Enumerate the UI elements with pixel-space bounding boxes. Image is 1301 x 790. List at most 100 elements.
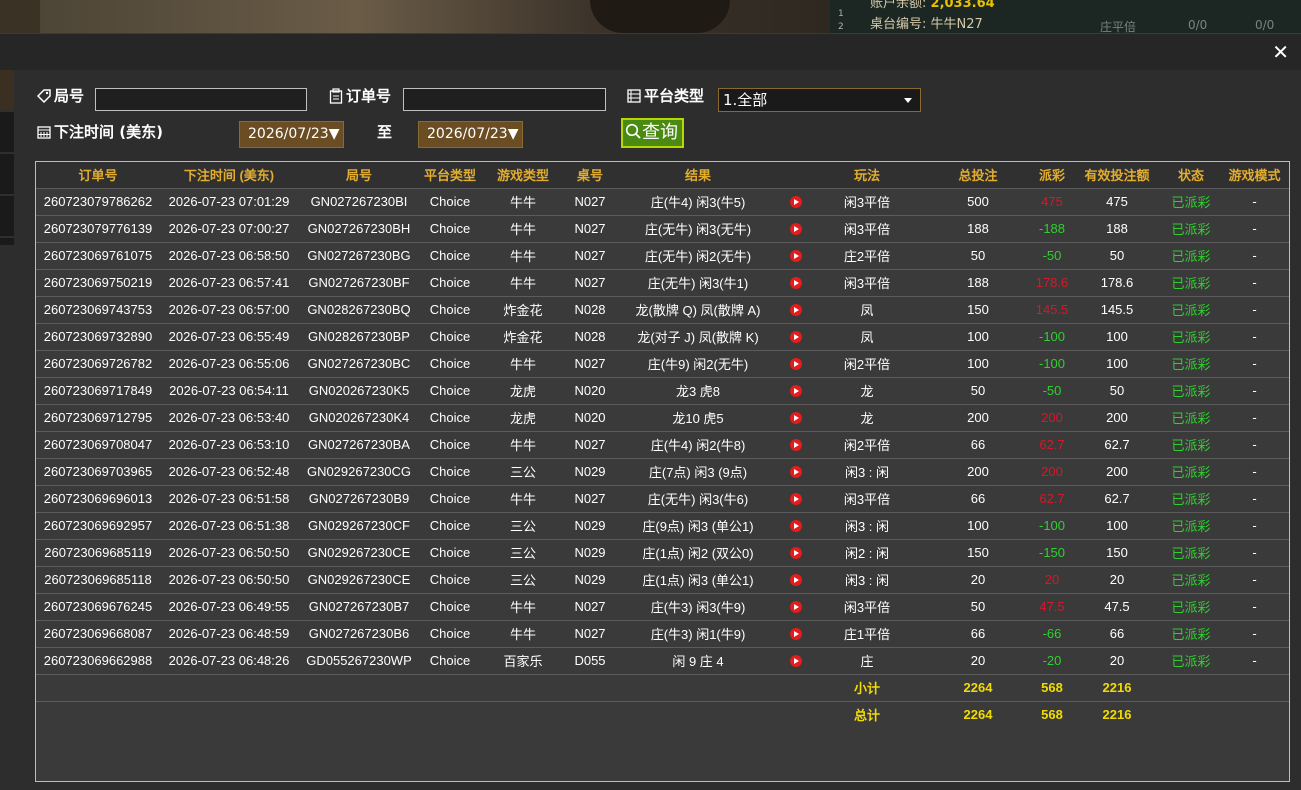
- cell-total-bet: 66: [924, 430, 1032, 458]
- replay-button[interactable]: [782, 430, 810, 458]
- replay-button[interactable]: [782, 619, 810, 647]
- replay-button[interactable]: [782, 241, 810, 269]
- balance-label: 账户余额:: [870, 0, 927, 11]
- play-icon[interactable]: [790, 412, 802, 424]
- replay-button[interactable]: [782, 538, 810, 566]
- play-icon[interactable]: [790, 358, 802, 370]
- close-icon[interactable]: ✕: [1272, 42, 1289, 62]
- table-row[interactable]: 260723069676245 2026-07-23 06:49:55 GN0272…: [36, 592, 1289, 620]
- replay-button[interactable]: [782, 187, 810, 215]
- cell-order-no: 260723079776139: [36, 214, 160, 242]
- cell-bet-time: 2026-07-23 06:53:40: [160, 403, 298, 431]
- table-row[interactable]: 260723069743753 2026-07-23 06:57:00 GN0282…: [36, 295, 1289, 323]
- play-icon[interactable]: [790, 466, 802, 478]
- replay-button[interactable]: [782, 268, 810, 296]
- cell-payout: 145.5: [1032, 295, 1072, 323]
- cell-game-type: 三公: [480, 457, 566, 485]
- play-icon[interactable]: [790, 628, 802, 640]
- cell-payout: -66: [1032, 619, 1072, 647]
- replay-button[interactable]: [782, 511, 810, 539]
- date-from-picker[interactable]: 2026/07/23▼: [239, 121, 344, 148]
- table-row[interactable]: 260723069717849 2026-07-23 06:54:11 GN0202…: [36, 376, 1289, 404]
- play-icon[interactable]: [790, 304, 802, 316]
- date-to-picker[interactable]: 2026/07/23▼: [418, 121, 523, 148]
- cell-play-type: 庄: [810, 646, 924, 674]
- play-icon[interactable]: [790, 277, 802, 289]
- replay-button[interactable]: [782, 484, 810, 512]
- play-icon[interactable]: [790, 655, 802, 667]
- time-label: 下注时间 (美东): [36, 122, 163, 142]
- play-icon[interactable]: [790, 385, 802, 397]
- cell-bet-time: 2026-07-23 06:54:11: [160, 376, 298, 404]
- table-row[interactable]: 260723069761075 2026-07-23 06:58:50 GN0272…: [36, 241, 1289, 269]
- table-row[interactable]: 260723069662988 2026-07-23 06:48:26 GD0552…: [36, 646, 1289, 674]
- cell-round-no: GN027267230BH: [298, 214, 420, 242]
- empty-cell: [1162, 673, 1289, 701]
- play-icon[interactable]: [790, 439, 802, 451]
- cell-table-no: N029: [566, 457, 614, 485]
- play-icon[interactable]: [790, 493, 802, 505]
- play-icon[interactable]: [790, 250, 802, 262]
- cell-game-mode: -: [1220, 214, 1289, 242]
- play-icon[interactable]: [790, 331, 802, 343]
- table-row[interactable]: 260723069750219 2026-07-23 06:57:41 GN0272…: [36, 268, 1289, 296]
- table-row[interactable]: 260723069726782 2026-07-23 06:55:06 GN0272…: [36, 349, 1289, 377]
- cell-result: 庄(牛4) 闲2(牛8): [614, 430, 782, 458]
- cell-game-type: 牛牛: [480, 268, 566, 296]
- cell-status: 已派彩: [1162, 187, 1220, 215]
- table-row[interactable]: 260723079776139 2026-07-23 07:00:27 GN0272…: [36, 214, 1289, 242]
- empty-cell: [36, 700, 810, 728]
- replay-button[interactable]: [782, 322, 810, 350]
- cell-table-no: N027: [566, 592, 614, 620]
- table-row[interactable]: 260723069685119 2026-07-23 06:50:50 GN0292…: [36, 538, 1289, 566]
- table-row[interactable]: 260723069732890 2026-07-23 06:55:49 GN0282…: [36, 322, 1289, 350]
- cell-play-type: 闲3 : 闲: [810, 457, 924, 485]
- table-row[interactable]: 260723069696013 2026-07-23 06:51:58 GN0272…: [36, 484, 1289, 512]
- cell-total-bet: 100: [924, 349, 1032, 377]
- table-row[interactable]: 260723069712795 2026-07-23 06:53:40 GN0202…: [36, 403, 1289, 431]
- cell-game-type: 牛牛: [480, 619, 566, 647]
- cell-status: 已派彩: [1162, 619, 1220, 647]
- query-button[interactable]: 查询: [621, 118, 684, 148]
- table-row[interactable]: 260723069668087 2026-07-23 06:48:59 GN0272…: [36, 619, 1289, 647]
- cell-round-no: GN028267230BQ: [298, 295, 420, 323]
- table-row[interactable]: 260723069685118 2026-07-23 06:50:50 GN0292…: [36, 565, 1289, 593]
- play-icon[interactable]: [790, 601, 802, 613]
- cell-valid-bet: 178.6: [1072, 268, 1162, 296]
- cell-payout: 47.5: [1032, 592, 1072, 620]
- replay-button[interactable]: [782, 403, 810, 431]
- platform-select[interactable]: 1.全部: [718, 88, 921, 112]
- table-row[interactable]: 260723069692957 2026-07-23 06:51:38 GN0292…: [36, 511, 1289, 539]
- cell-total-bet: 500: [924, 187, 1032, 215]
- cell-table-no: N027: [566, 187, 614, 215]
- replay-button[interactable]: [782, 646, 810, 674]
- cell-payout: -20: [1032, 646, 1072, 674]
- cell-bet-time: 2026-07-23 06:53:10: [160, 430, 298, 458]
- table-row[interactable]: 260723069703965 2026-07-23 06:52:48 GN0292…: [36, 457, 1289, 485]
- replay-button[interactable]: [782, 565, 810, 593]
- replay-button[interactable]: [782, 592, 810, 620]
- replay-button[interactable]: [782, 349, 810, 377]
- total-payout: 568: [1032, 700, 1072, 728]
- table-row[interactable]: 260723079786262 2026-07-23 07:01:29 GN0272…: [36, 187, 1289, 215]
- cell-payout: 62.7: [1032, 430, 1072, 458]
- replay-button[interactable]: [782, 457, 810, 485]
- replay-button[interactable]: [782, 214, 810, 242]
- replay-button[interactable]: [782, 376, 810, 404]
- play-icon[interactable]: [790, 520, 802, 532]
- round-input[interactable]: [95, 88, 307, 111]
- cell-total-bet: 20: [924, 565, 1032, 593]
- play-icon[interactable]: [790, 547, 802, 559]
- table-row[interactable]: 260723069708047 2026-07-23 06:53:10 GN0272…: [36, 430, 1289, 458]
- cell-game-mode: -: [1220, 322, 1289, 350]
- cell-valid-bet: 188: [1072, 214, 1162, 242]
- column-header-round-no: 局号: [298, 162, 420, 188]
- replay-button[interactable]: [782, 295, 810, 323]
- play-icon[interactable]: [790, 574, 802, 586]
- play-icon[interactable]: [790, 223, 802, 235]
- play-icon[interactable]: [790, 196, 802, 208]
- cell-game-mode: -: [1220, 349, 1289, 377]
- chevron-down-icon: [904, 98, 912, 103]
- order-input[interactable]: [403, 88, 606, 111]
- cell-platform: Choice: [420, 484, 480, 512]
